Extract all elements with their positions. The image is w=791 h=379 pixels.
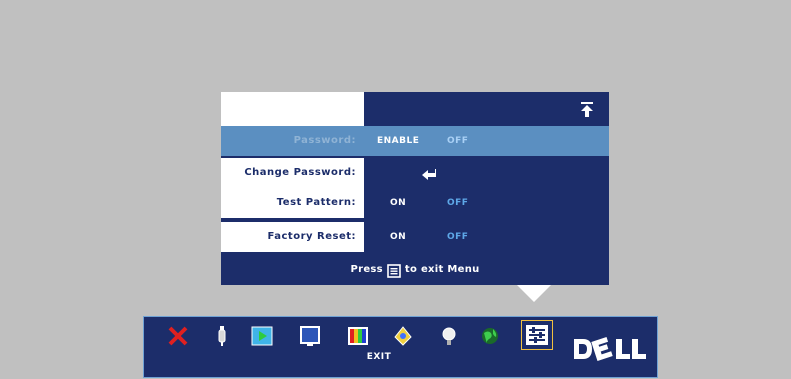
password-row[interactable]: Password: ENABLE OFF	[221, 126, 609, 156]
password-label: Password:	[221, 126, 364, 156]
menu-pointer-arrow	[517, 285, 551, 302]
display-settings-icon[interactable]	[347, 325, 369, 347]
change-password-label: Change Password:	[221, 158, 364, 188]
password-off-option[interactable]: OFF	[447, 126, 468, 156]
factory-reset-off-option[interactable]: OFF	[447, 222, 468, 252]
scroll-up-icon[interactable]	[580, 102, 594, 118]
footer-exit-text: to exit Menu	[404, 264, 480, 275]
lamp-icon[interactable]	[392, 325, 414, 347]
input-select-icon[interactable]	[211, 325, 233, 347]
enter-return-icon[interactable]	[421, 166, 437, 180]
selected-item-label: EXIT	[366, 352, 392, 362]
footer-press-text: Press	[350, 264, 383, 275]
osd-menu-panel: Password: ENABLE OFF Change Password: Te…	[221, 92, 609, 285]
factory-reset-on-option[interactable]: ON	[390, 222, 406, 252]
languages-icon[interactable]	[438, 325, 460, 347]
test-pattern-label: Test Pattern:	[221, 188, 364, 218]
factory-reset-row[interactable]: Factory Reset: ON OFF	[221, 222, 609, 252]
menu-footer-hint: Press to exit Menu	[221, 255, 609, 285]
main-menu-bar: EXIT	[143, 316, 658, 378]
exit-x-icon[interactable]	[167, 325, 189, 347]
management-icon[interactable]	[479, 325, 501, 347]
factory-reset-label: Factory Reset:	[221, 222, 364, 252]
others-icon[interactable]	[521, 320, 553, 350]
change-password-row[interactable]: Change Password:	[221, 158, 609, 188]
password-enable-option[interactable]: ENABLE	[377, 126, 419, 156]
test-pattern-row[interactable]: Test Pattern: ON OFF	[221, 188, 609, 218]
menu-header-label-area	[221, 92, 364, 126]
test-pattern-on-option[interactable]: ON	[390, 188, 406, 218]
auto-adjust-icon[interactable]	[251, 325, 273, 347]
menu-button-icon	[387, 261, 401, 278]
picture-settings-icon[interactable]	[299, 325, 321, 347]
dell-logo	[572, 336, 648, 362]
test-pattern-off-option[interactable]: OFF	[447, 188, 468, 218]
menu-header	[221, 92, 609, 126]
